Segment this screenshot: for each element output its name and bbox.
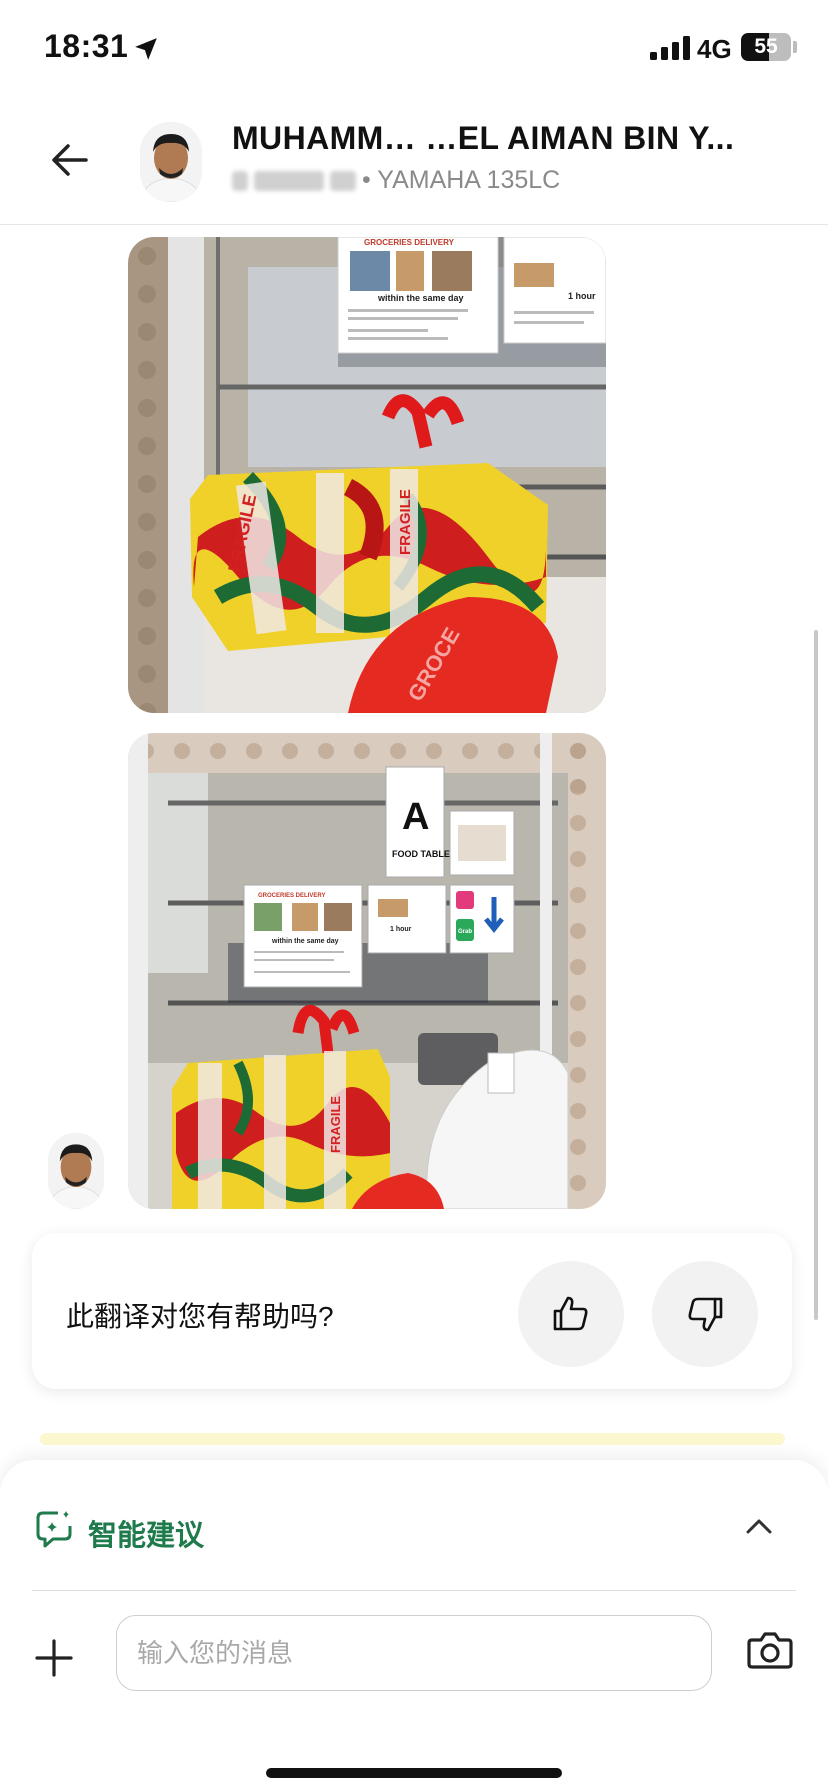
battery-percent: 55 xyxy=(754,35,778,58)
redacted-block xyxy=(254,171,324,192)
network-type: 4G xyxy=(697,34,732,64)
battery-icon: 55 xyxy=(741,33,791,61)
sign-title: GROCERIES DELIVERY xyxy=(258,893,325,899)
sign-title: GROCERIES DELIVERY xyxy=(364,238,455,247)
sign-text: within the same day xyxy=(377,293,464,303)
table-text: FOOD TABLE xyxy=(392,849,450,859)
contact-avatar[interactable] xyxy=(140,122,202,202)
camera-icon[interactable] xyxy=(746,1630,794,1670)
contact-subtitle: • YAMAHA 135LC xyxy=(232,166,560,195)
highlighted-message-edge xyxy=(40,1433,785,1445)
grab-text: Grab xyxy=(458,929,472,935)
sparkle-chat-icon xyxy=(36,1511,72,1548)
fragile-label: FRAGILE xyxy=(397,489,414,555)
smart-suggestions-toggle[interactable]: 智能建议 xyxy=(32,1500,796,1560)
sign2-text: 1 hour xyxy=(568,291,596,301)
vehicle-model: • YAMAHA 135LC xyxy=(362,166,561,194)
contact-name[interactable]: MUHAMM… …EL AIMAN BIN Y... xyxy=(232,120,802,157)
cellular-signal-icon xyxy=(650,36,690,60)
smart-suggestions-label: 智能建议 xyxy=(88,1520,205,1552)
fragile-label: FRAGILE xyxy=(328,1096,343,1153)
sender-avatar[interactable] xyxy=(48,1133,104,1209)
message-input[interactable] xyxy=(116,1615,712,1691)
back-arrow-icon[interactable] xyxy=(46,136,94,184)
translation-feedback-card: 此翻译对您有帮助吗? xyxy=(32,1233,792,1389)
thumbs-down-icon xyxy=(688,1297,723,1332)
status-bar: 18:31 4G 55 xyxy=(0,0,828,100)
sign2-text: 1 hour xyxy=(390,926,412,933)
feedback-question: 此翻译对您有帮助吗? xyxy=(66,1301,334,1332)
thumbs-up-icon xyxy=(553,1296,588,1331)
sign-text: within the same day xyxy=(271,938,339,945)
status-time: 18:31 xyxy=(44,28,129,64)
chat-scroll-area[interactable]: GROCERIES DELIVERY within the same day 1… xyxy=(0,225,828,1460)
thumbs-down-button[interactable] xyxy=(652,1261,758,1367)
photo-message[interactable]: GROCERIES DELIVERY within the same day 1… xyxy=(128,237,606,713)
divider xyxy=(32,1590,796,1591)
thumbs-up-button[interactable] xyxy=(518,1261,624,1367)
home-indicator[interactable] xyxy=(266,1768,562,1778)
table-letter: A xyxy=(402,796,429,838)
location-arrow-icon xyxy=(135,38,157,60)
redacted-block xyxy=(330,171,356,192)
chevron-up-icon[interactable] xyxy=(744,1516,774,1536)
scrollbar[interactable] xyxy=(814,630,818,1320)
chat-header: MUHAMM… …EL AIMAN BIN Y... • YAMAHA 135L… xyxy=(0,100,828,225)
add-attachment-icon[interactable] xyxy=(34,1638,74,1678)
photo-message[interactable]: A FOOD TABLE GROCERIES DELIVERY within t… xyxy=(128,733,606,1209)
redacted-block xyxy=(232,171,248,192)
composer-panel: 智能建议 xyxy=(0,1460,828,1792)
battery-nub xyxy=(793,41,797,53)
